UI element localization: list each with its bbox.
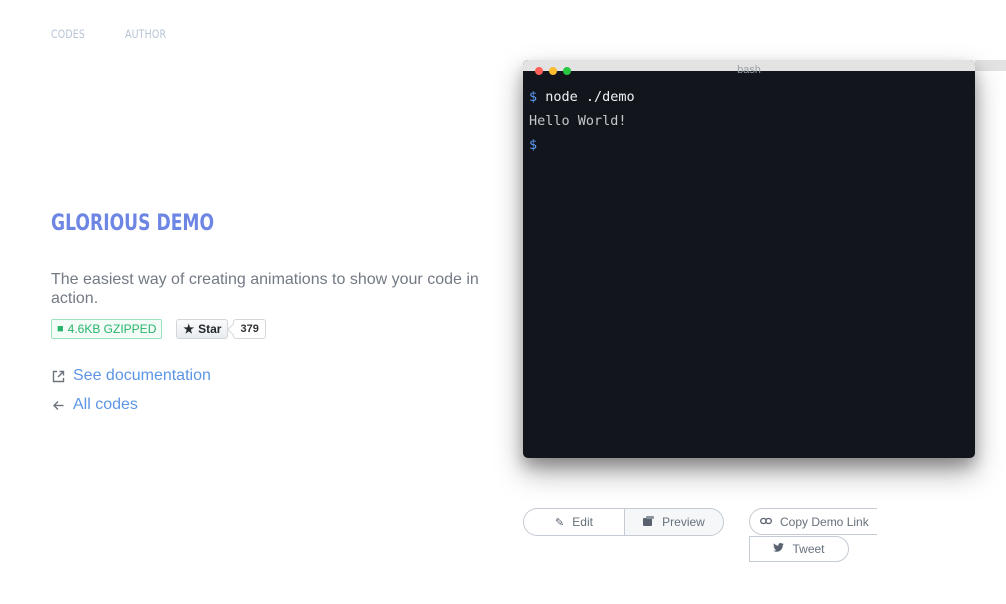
pencil-icon: ✎	[555, 516, 565, 529]
prompt-symbol: $	[529, 137, 538, 153]
nav-author-link[interactable]: AUTHOR	[125, 27, 166, 41]
window-titlebar: bash	[523, 60, 975, 76]
preview-label: Preview	[662, 515, 705, 529]
terminal-content: $ node ./demo Hello World! $	[523, 71, 975, 171]
see-documentation-label: See documentation	[73, 367, 211, 384]
share-actions: Copy Demo Link Tweet	[749, 508, 877, 562]
github-star-widget: ★ Star 379	[176, 319, 266, 339]
external-link-icon	[51, 369, 65, 383]
edit-button[interactable]: ✎ Edit	[523, 508, 624, 536]
see-documentation-link[interactable]: See documentation	[51, 366, 211, 386]
cube-icon: ■	[57, 323, 64, 335]
terminal-line-command: $ node ./demo	[529, 85, 969, 109]
link-icon	[760, 516, 772, 528]
terminal-output: Hello World!	[529, 113, 627, 129]
size-badge: ■ 4.6KB GZIPPED	[51, 319, 163, 339]
nav-codes-link[interactable]: CODES	[51, 27, 85, 41]
all-codes-link[interactable]: All codes	[51, 395, 211, 415]
star-count[interactable]: 379	[233, 319, 266, 339]
copy-demo-link-label: Copy Demo Link	[780, 514, 869, 529]
star-icon: ★	[183, 322, 195, 336]
prompt-symbol: $	[529, 89, 538, 105]
edit-label: Edit	[572, 515, 593, 529]
preview-icon	[643, 515, 655, 529]
preview-button[interactable]: Preview	[624, 508, 724, 536]
window-title: bash	[737, 64, 761, 76]
size-badge-label: 4.6KB GZIPPED	[67, 322, 157, 336]
star-label: Star	[198, 322, 222, 336]
all-codes-label: All codes	[73, 396, 138, 413]
terminal-window: bash $ node ./demo Hello World! $	[523, 60, 975, 458]
github-star-button[interactable]: ★ Star	[176, 319, 229, 339]
terminal-command: node ./demo	[545, 89, 635, 105]
copy-demo-link-button[interactable]: Copy Demo Link	[749, 508, 877, 535]
top-nav: CODES AUTHOR	[51, 27, 166, 41]
window-titlebar-extension	[975, 60, 1006, 71]
badges-row: ■ 4.6KB GZIPPED ★ Star 379	[51, 319, 266, 339]
page-title: GLORIOUS DEMO	[51, 211, 215, 236]
tweet-label: Tweet	[792, 542, 825, 556]
arrow-left-icon	[51, 398, 65, 412]
edit-preview-toggle: ✎ Edit Preview	[523, 508, 724, 536]
twitter-bird-icon	[773, 543, 785, 555]
links-list: See documentation All codes	[51, 366, 211, 424]
page-description: The easiest way of creating animations t…	[51, 271, 479, 307]
tweet-button[interactable]: Tweet	[749, 536, 849, 562]
terminal-line-prompt: $	[529, 133, 969, 157]
